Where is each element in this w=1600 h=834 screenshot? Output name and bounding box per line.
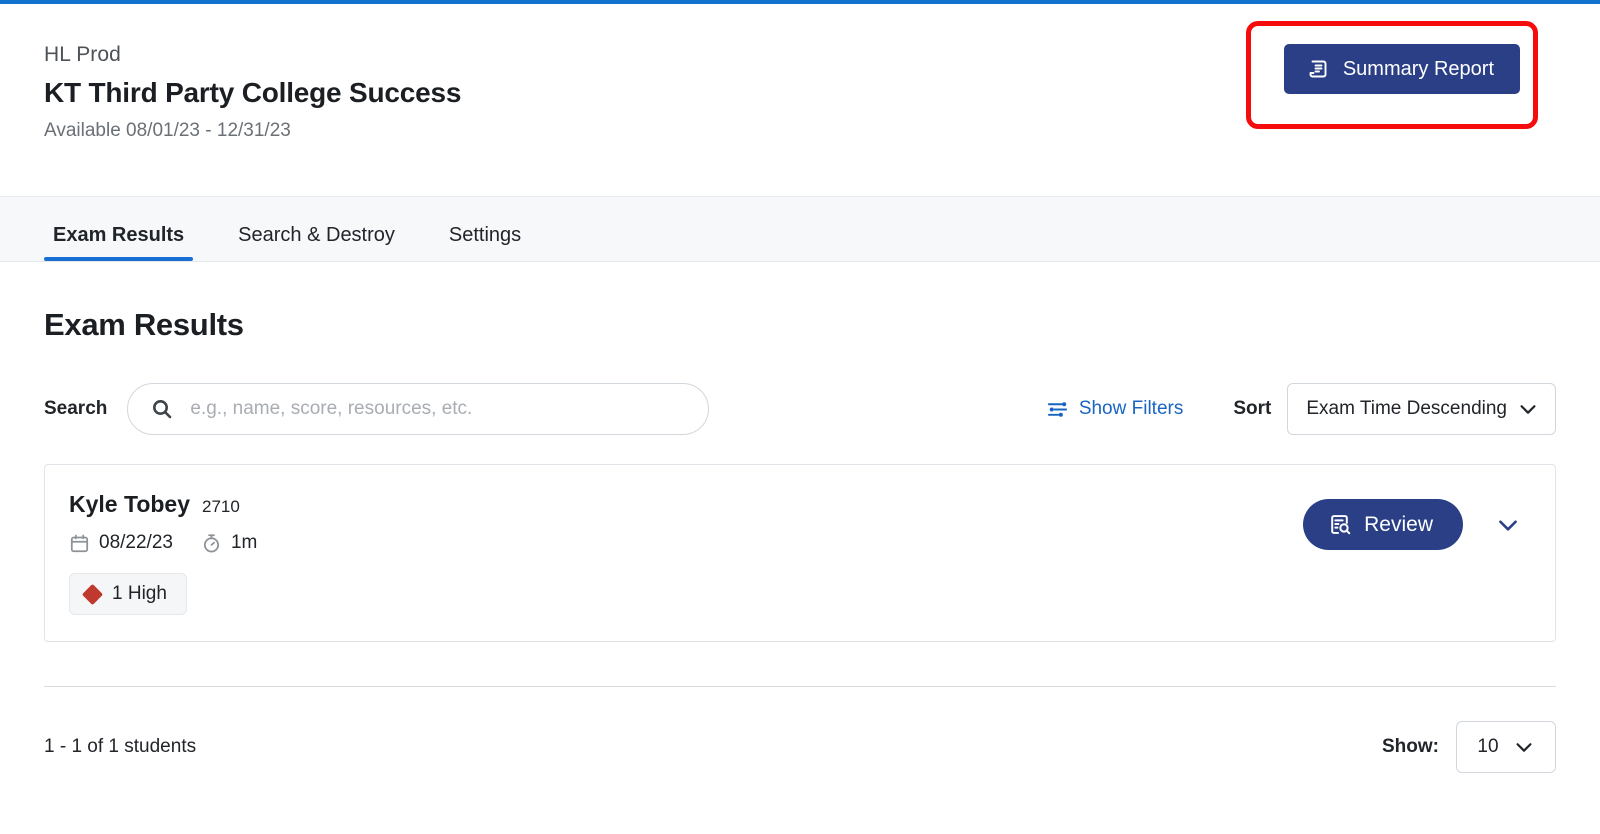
page-size-group: Show: 10 (1382, 721, 1556, 773)
sort-label: Sort (1233, 398, 1272, 419)
page-header: HL Prod KT Third Party College Success A… (0, 4, 1600, 196)
chevron-down-icon (1513, 736, 1535, 758)
flag-badges: 1 High (69, 573, 1303, 615)
sort-select[interactable]: Exam Time Descending (1287, 383, 1556, 435)
availability-dates: Available 08/01/23 - 12/31/23 (44, 119, 291, 141)
tab-bar: Exam Results Search & Destroy Settings (0, 196, 1600, 262)
footer-divider (44, 686, 1556, 687)
search-input[interactable] (188, 384, 669, 434)
result-count: 1 - 1 of 1 students (44, 736, 197, 757)
section-heading: Exam Results (44, 307, 244, 342)
filter-sliders-icon (1046, 398, 1069, 421)
review-button[interactable]: Review (1303, 499, 1463, 550)
page-size-select[interactable]: 10 (1456, 721, 1556, 773)
stopwatch-icon (201, 533, 222, 554)
red-diamond-icon (81, 583, 104, 605)
search-field[interactable] (127, 383, 710, 435)
sort-select-value: Exam Time Descending (1306, 398, 1507, 419)
exam-date-value: 08/22/23 (99, 532, 173, 553)
chevron-down-icon (1495, 512, 1521, 538)
summary-report-button[interactable]: Summary Report (1283, 44, 1520, 94)
scroll-report-icon (1306, 57, 1330, 81)
result-card[interactable]: Kyle Tobey 2710 08/22/23 1m 1 High Revie… (44, 464, 1556, 642)
review-button-label: Review (1364, 512, 1433, 536)
show-filters-label: Show Filters (1078, 398, 1184, 419)
header-titles: HL Prod KT Third Party College Success A… (44, 42, 461, 143)
student-name: Kyle Tobey (69, 491, 190, 517)
show-filters-button[interactable]: Show Filters (1040, 397, 1190, 422)
tab-search-and-destroy[interactable]: Search & Destroy (229, 224, 404, 261)
chevron-down-icon (1517, 398, 1539, 420)
tab-exam-results[interactable]: Exam Results (44, 224, 194, 261)
exam-date: 08/22/23 (69, 532, 173, 554)
expand-result-toggle[interactable] (1489, 511, 1527, 539)
page-size-value: 10 (1477, 736, 1499, 757)
tab-settings[interactable]: Settings (440, 224, 530, 261)
student-identity: Kyle Tobey 2710 (69, 491, 1303, 518)
result-card-info: Kyle Tobey 2710 08/22/23 1m 1 High (69, 491, 1303, 615)
exam-duration-value: 1m (230, 532, 258, 553)
result-card-actions: Review (1303, 491, 1527, 550)
app-page: HL Prod KT Third Party College Success A… (0, 0, 1600, 834)
student-id: 2710 (202, 497, 240, 516)
page-title: KT Third Party College Success (44, 77, 462, 109)
status-badge-label: 1 High (112, 583, 167, 604)
organization-name: HL Prod (44, 43, 121, 66)
search-label: Search (44, 398, 108, 419)
summary-report-label: Summary Report (1342, 57, 1494, 80)
results-footer: 1 - 1 of 1 students Show: 10 (44, 721, 1556, 773)
search-icon (150, 397, 174, 421)
page-size-label: Show: (1382, 736, 1439, 757)
results-controls: Search e.g., name, score, resources, etc… (44, 383, 1556, 435)
document-search-icon (1327, 512, 1352, 537)
summary-report-area: Summary Report (1245, 21, 1538, 129)
status-badge[interactable]: 1 High (69, 573, 187, 615)
calendar-icon (69, 533, 90, 554)
exam-meta-row: 08/22/23 1m (69, 532, 1303, 554)
exam-duration: 1m (201, 532, 257, 554)
filter-sort-group: Show Filters Sort Exam Time Descending (1040, 383, 1556, 435)
main-content: Exam Results Search e.g., name, score, r… (0, 262, 1600, 773)
